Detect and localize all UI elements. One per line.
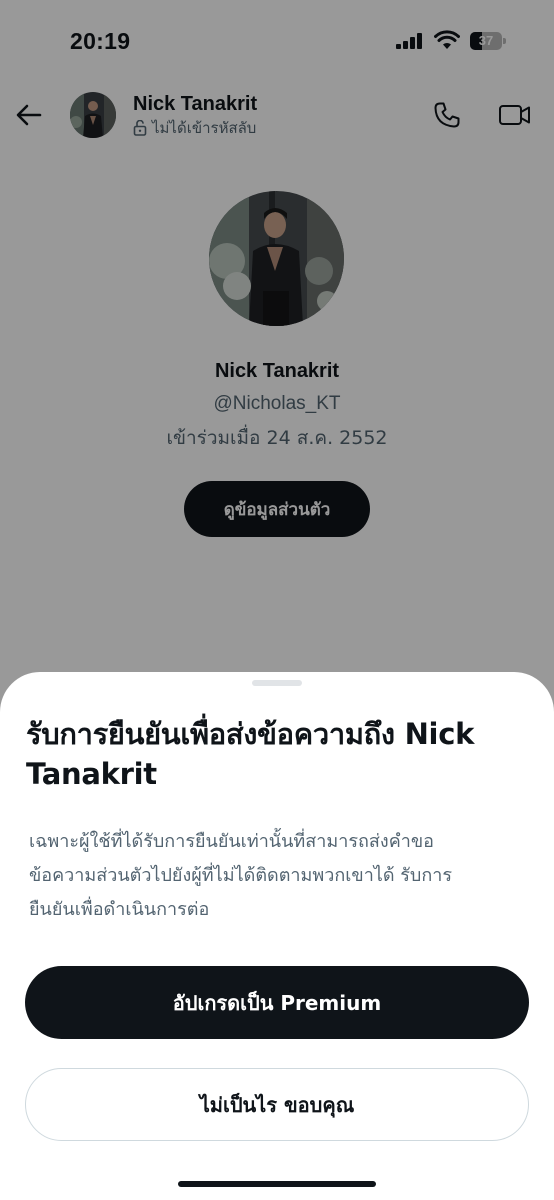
sheet-description: เฉพาะผู้ใช้ที่ได้รับการยืนยันเท่านั้นที่… bbox=[29, 825, 519, 927]
screen: 20:19 37 Nick Tanakrit ไม่ได้เข้ารหัสลับ… bbox=[0, 0, 554, 1200]
sheet-description-line: ข้อความส่วนตัวไปยังผู้ที่ไม่ได้ติดตามพวก… bbox=[29, 865, 453, 886]
home-indicator bbox=[178, 1181, 376, 1187]
no-thanks-button[interactable]: ไม่เป็นไร ขอบคุณ bbox=[25, 1068, 529, 1141]
sheet-title-line: รับการยืนยันเพื่อส่งข้อความถึง Nick bbox=[26, 717, 475, 751]
upgrade-premium-button[interactable]: อัปเกรดเป็น Premium bbox=[25, 966, 529, 1039]
verification-bottom-sheet: รับการยืนยันเพื่อส่งข้อความถึง Nick Tana… bbox=[0, 672, 554, 1200]
sheet-grabber[interactable] bbox=[252, 680, 302, 686]
sheet-description-line: เฉพาะผู้ใช้ที่ได้รับการยืนยันเท่านั้นที่… bbox=[29, 831, 434, 852]
sheet-title-line: Tanakrit bbox=[26, 757, 157, 791]
sheet-description-line: ยืนยันเพื่อดำเนินการต่อ bbox=[29, 899, 210, 920]
sheet-title: รับการยืนยันเพื่อส่งข้อความถึง Nick Tana… bbox=[26, 714, 536, 794]
